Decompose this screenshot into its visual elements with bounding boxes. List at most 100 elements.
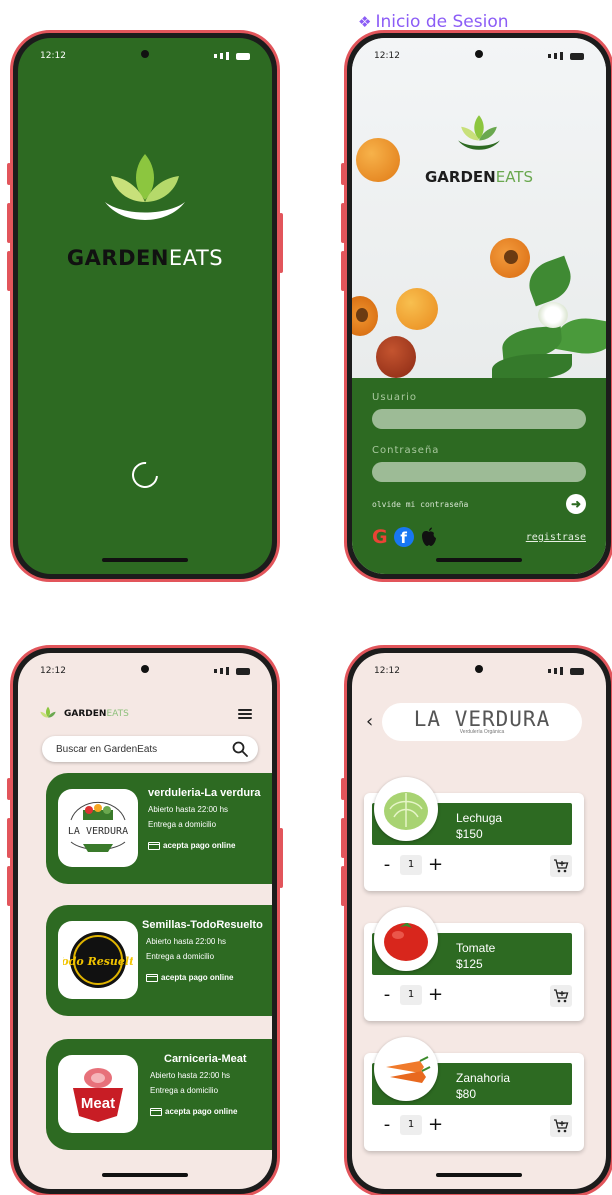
brand-header: GARDENEATS xyxy=(38,705,129,723)
app-header: GARDENEATS xyxy=(38,703,252,725)
product-image xyxy=(374,907,438,971)
decrease-button[interactable]: - xyxy=(380,1115,394,1135)
tomato-icon xyxy=(384,923,428,961)
product-card: Lechuga $150 - 1 + xyxy=(364,777,584,891)
store-logo: LA VERDURA xyxy=(58,789,138,867)
forgot-password-link[interactable]: olvide mi contraseña xyxy=(372,500,468,509)
home-indicator[interactable] xyxy=(102,1173,188,1177)
store-logo-text: Meat xyxy=(81,1095,115,1112)
gardeneats-logo-icon xyxy=(40,706,56,718)
add-to-cart-button[interactable] xyxy=(550,855,572,877)
home-indicator[interactable] xyxy=(436,558,522,562)
submit-button[interactable]: ➜ xyxy=(566,494,586,514)
user-field[interactable] xyxy=(372,409,586,429)
brand-title: GARDENEATS xyxy=(66,246,224,270)
login-panel: Usuario Contraseña olvide mi contraseña … xyxy=(352,378,606,574)
add-to-cart-button[interactable] xyxy=(550,1115,572,1137)
store-delivery: Entrega a domicilio xyxy=(146,952,215,961)
lettuce-icon xyxy=(384,792,428,830)
store-delivery: Entrega a domicilio xyxy=(148,820,217,829)
password-label: Contraseña xyxy=(372,445,440,456)
store-title: LA VERDURA xyxy=(413,707,551,731)
store-logo: Meat xyxy=(58,1055,138,1133)
menu-icon[interactable] xyxy=(238,709,252,719)
status-time: 12:12 xyxy=(40,666,66,676)
stores-screen: 12:12 GARDENEATS Buscar en GardenEats LA… xyxy=(18,653,272,1189)
quantity-value[interactable]: 1 xyxy=(400,985,422,1005)
store-card[interactable]: Todo Resuelto Semillas-TodoResuelto Abie… xyxy=(46,905,272,1016)
store-payment: acepta pago online xyxy=(148,841,272,850)
store-card[interactable]: Meat Carniceria-Meat Abierto hasta 22:00… xyxy=(46,1039,272,1150)
gardeneats-logo-icon xyxy=(458,115,500,150)
home-indicator[interactable] xyxy=(102,558,188,562)
store-name: Semillas-TodoResuelto xyxy=(142,919,263,931)
cart-icon xyxy=(554,859,569,873)
login-screen: GARDENEATS 12:12 Usuario Contraseña olvi… xyxy=(352,38,606,574)
arrow-right-icon: ➜ xyxy=(570,497,582,511)
store-payment: acepta pago online xyxy=(150,1107,272,1116)
back-chevron-icon[interactable]: ‹ xyxy=(366,711,373,732)
product-price: $150 xyxy=(456,827,483,841)
meat-logo-icon: Meat xyxy=(73,1068,123,1122)
status-bar: 12:12 xyxy=(352,653,606,689)
product-name: Tomate xyxy=(456,941,496,955)
cart-icon xyxy=(554,1119,569,1133)
increase-button[interactable]: + xyxy=(428,985,443,1005)
decrease-button[interactable]: - xyxy=(380,985,394,1005)
loading-spinner-icon xyxy=(126,456,164,494)
google-icon[interactable]: G xyxy=(372,526,388,548)
store-name: Carniceria-Meat xyxy=(164,1053,247,1065)
product-price: $125 xyxy=(456,957,483,971)
product-image xyxy=(374,1037,438,1101)
component-icon: ❖ xyxy=(358,13,372,31)
quantity-value[interactable]: 1 xyxy=(400,855,422,875)
facebook-icon[interactable]: f xyxy=(393,527,414,547)
store-hours: Abierto hasta 22:00 hs xyxy=(150,1071,231,1080)
credit-card-icon xyxy=(146,973,158,982)
store-banner: LA VERDURA Verdulería Orgánica xyxy=(382,703,582,741)
product-name: Lechuga xyxy=(456,811,503,825)
status-time: 12:12 xyxy=(374,666,400,676)
store-card[interactable]: LA VERDURA verduleria-La verdura Abierto… xyxy=(46,773,272,884)
register-link[interactable]: registrase xyxy=(526,532,586,543)
product-card: Tomate $125 - 1 + xyxy=(364,907,584,1021)
splash-screen: 12:12 GARDENEATS xyxy=(18,38,272,574)
hero-photo: GARDENEATS xyxy=(352,38,606,380)
store-payment: acepta pago online xyxy=(146,973,272,982)
store-logo-text: Todo Resuelto xyxy=(63,955,133,968)
carrot-icon xyxy=(386,1056,431,1083)
increase-button[interactable]: + xyxy=(428,855,443,875)
home-indicator[interactable] xyxy=(436,1173,522,1177)
todo-resuelto-logo-icon: Todo Resuelto xyxy=(63,932,133,988)
gardeneats-logo-icon xyxy=(105,154,185,220)
product-card: Zanahoria $80 - 1 + xyxy=(364,1037,584,1151)
search-bar[interactable] xyxy=(42,736,258,762)
user-label: Usuario xyxy=(372,392,418,403)
quantity-stepper: - 1 + xyxy=(380,985,443,1005)
add-to-cart-button[interactable] xyxy=(550,985,572,1007)
apple-icon[interactable] xyxy=(420,527,438,547)
cart-icon xyxy=(554,989,569,1003)
product-image xyxy=(374,777,438,841)
status-bar: 12:12 xyxy=(18,653,272,689)
search-input[interactable] xyxy=(56,743,206,755)
store-delivery: Entrega a domicilio xyxy=(150,1086,219,1095)
store-logo-text: LA VERDURA xyxy=(68,826,128,837)
brand-title: GARDENEATS xyxy=(425,168,533,186)
quantity-value[interactable]: 1 xyxy=(400,1115,422,1135)
phone-stores: 12:12 GARDENEATS Buscar en GardenEats LA… xyxy=(7,645,283,1195)
credit-card-icon xyxy=(150,1107,162,1116)
frame-label: ❖ Inicio de Sesion xyxy=(358,12,509,32)
quantity-stepper: - 1 + xyxy=(380,855,443,875)
search-icon[interactable] xyxy=(232,741,248,757)
store-name: verduleria-La verdura xyxy=(148,787,261,799)
status-icons xyxy=(214,52,250,60)
status-bar: 12:12 xyxy=(352,38,606,74)
increase-button[interactable]: + xyxy=(428,1115,443,1135)
store-hours: Abierto hasta 22:00 hs xyxy=(146,937,227,946)
camera-icon xyxy=(141,50,149,58)
status-time: 12:12 xyxy=(374,51,400,61)
product-price: $80 xyxy=(456,1087,477,1101)
decrease-button[interactable]: - xyxy=(380,855,394,875)
password-field[interactable] xyxy=(372,462,586,482)
